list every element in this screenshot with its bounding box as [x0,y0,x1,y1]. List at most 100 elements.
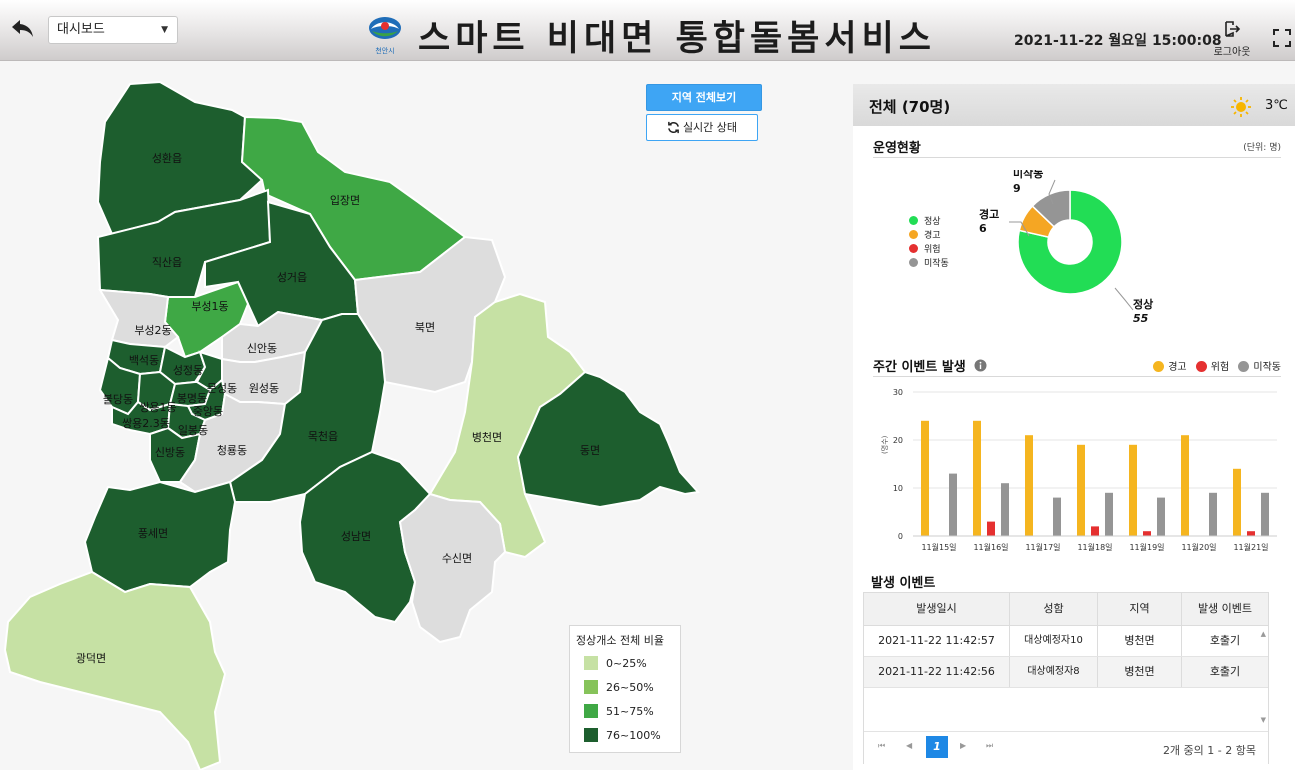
legend-item: 26~50% [576,680,680,704]
donut-legend-label: 미작동 [924,259,949,269]
realtime-status-button[interactable]: 실시간 상태 [646,114,758,141]
logout-icon [1225,21,1241,37]
cell-event: 호출기 [1209,634,1241,647]
table-row[interactable]: 2021-11-22 11:42:57 대상예정자10 병천면 호출기 [864,626,1268,657]
col-header[interactable]: 성함 [1010,593,1098,625]
donut-legend-item: 미작동 [909,258,949,272]
first-page-icon[interactable]: ⏮ [878,741,885,751]
current-page-button[interactable]: 1 [926,736,948,758]
legend-item: 0~25% [576,656,680,680]
region-susin[interactable] [398,492,507,644]
legend-dot [1153,361,1165,372]
legend-item-label: 26~50% [606,681,654,694]
label-mokcheon: 목천읍 [308,429,338,443]
refresh-icon [668,121,679,134]
bar-위험[interactable] [1247,531,1255,536]
bar-위험[interactable] [1143,531,1151,536]
events-table: 발생일시 성함 지역 발생 이벤트 2021-11-22 11:42:57 대상… [863,592,1269,764]
label-munseong: 문성동 [207,382,237,395]
x-tick-label: 11월18일 [1077,542,1112,552]
back-arrow-icon [12,20,33,37]
info-icon[interactable] [974,359,987,372]
label-sinan: 신안동 [247,342,277,355]
back-button[interactable] [8,14,40,46]
bar-위험[interactable] [1091,526,1099,536]
bar-legend: 경고 위험 미작동 [1147,358,1281,373]
legend-swatch [584,680,598,694]
fullscreen-button[interactable] [1272,28,1292,48]
bar-경고[interactable] [1181,435,1189,536]
logout-button[interactable]: 로그아웃 [1210,20,1254,58]
scroll-up-icon[interactable]: ▲ [1261,630,1266,638]
region-buseong2[interactable] [98,288,180,349]
view-all-regions-button[interactable]: 지역 전체보기 [646,84,762,111]
summary-panel: 전체 (70명) 3℃ 운영현황 (단위: 명) 정상 경고 위험 미작동 미작… [853,84,1295,770]
legend-item: 76~100% [576,728,680,752]
bar-경고[interactable] [1077,444,1085,536]
bar-경고[interactable] [1233,468,1241,536]
cell-datetime: 2021-11-22 11:42:57 [864,626,1010,656]
y-tick-label: 30 [893,388,903,397]
label-jungang: 중앙동 [193,405,223,418]
pagination: ⏮ ◀ 1 ▶ ⏭ 2개 중의 1 - 2 항목 [864,731,1268,764]
bar-경고[interactable] [1025,435,1033,536]
donut-legend: 정상 경고 위험 미작동 [909,216,949,272]
label-seongnam: 성남면 [341,530,371,543]
label-buk: 북면 [415,321,435,334]
sun-icon [1231,97,1251,117]
prev-page-icon[interactable]: ◀ [906,741,912,750]
region-gwangdeok[interactable] [3,570,227,770]
col-header[interactable]: 발생일시 [864,593,1010,625]
next-page-icon[interactable]: ▶ [960,741,966,750]
legend-dot [909,258,918,267]
unit-label: (단위: 명) [1243,143,1281,153]
legend-swatch [584,728,598,742]
bar-미작동[interactable] [1001,483,1009,536]
x-tick-label: 11월17일 [1025,542,1060,552]
bar-미작동[interactable] [1157,497,1165,536]
last-page-icon[interactable]: ⏭ [986,741,993,751]
divider [873,157,1281,158]
bar-미작동[interactable] [1261,492,1269,536]
dashboard-select[interactable]: 대시보드 ▼ [48,16,178,44]
label-buseong1: 부성1동 [191,300,228,313]
label-seonggeo: 성거읍 [277,271,307,284]
label-dongmyeon: 동면 [580,444,600,457]
divider [873,376,1281,377]
caret-down-icon: ▼ [161,25,168,35]
bar-미작동[interactable] [949,473,957,536]
bar-미작동[interactable] [1053,497,1061,536]
donut-label-name: 미작동 [1013,170,1043,180]
bar-미작동[interactable] [1209,492,1217,536]
bar-미작동[interactable] [1105,492,1113,536]
donut-legend-item: 정상 [909,216,949,230]
bar-legend-label: 미작동 [1253,362,1281,373]
col-header[interactable]: 지역 [1098,593,1182,625]
cell-name: 대상예정자10 [1010,626,1098,656]
x-tick-label: 11월20일 [1181,542,1216,552]
label-buldang: 불당동 [103,393,133,406]
y-axis-label: (명수) [880,435,889,454]
label-sinbang: 신방동 [155,446,185,459]
table-row[interactable]: 2021-11-22 11:42:56 대상예정자8 병천면 호출기 [864,657,1268,688]
donut-label-value: 9 [1013,182,1021,195]
label-seonghwan: 성환읍 [152,152,182,165]
scroll-down-icon[interactable]: ▼ [1261,716,1266,724]
col-header[interactable]: 발생 이벤트 [1182,593,1268,625]
cell-region: 병천면 [1098,657,1182,687]
donut-legend-item: 경고 [909,230,949,244]
label-ssangyong1: 쌍용1동 [139,401,176,414]
header: 대시보드 ▼ 천안시 스마트 비대면 통합돌봄서비스 2021-11-22 월요… [0,0,1295,61]
bar-경고[interactable] [1129,444,1137,536]
table-header: 발생일시 성함 지역 발생 이벤트 [864,593,1268,626]
bar-경고[interactable] [921,420,929,536]
leader-line [1114,287,1134,311]
label-gwangdeok: 광덕면 [76,652,106,665]
donut-legend-item: 위험 [909,244,949,258]
bar-경고[interactable] [973,420,981,536]
bar-위험[interactable] [987,521,995,536]
weekly-event-bar-chart: 0 10 20 30 (명수) 11월15일 11월16일 11월17일 11월18일 11월19… [880,388,1277,552]
legend-swatch [584,656,598,670]
label-buseong2: 부성2동 [134,324,171,337]
legend-swatch [584,704,598,718]
